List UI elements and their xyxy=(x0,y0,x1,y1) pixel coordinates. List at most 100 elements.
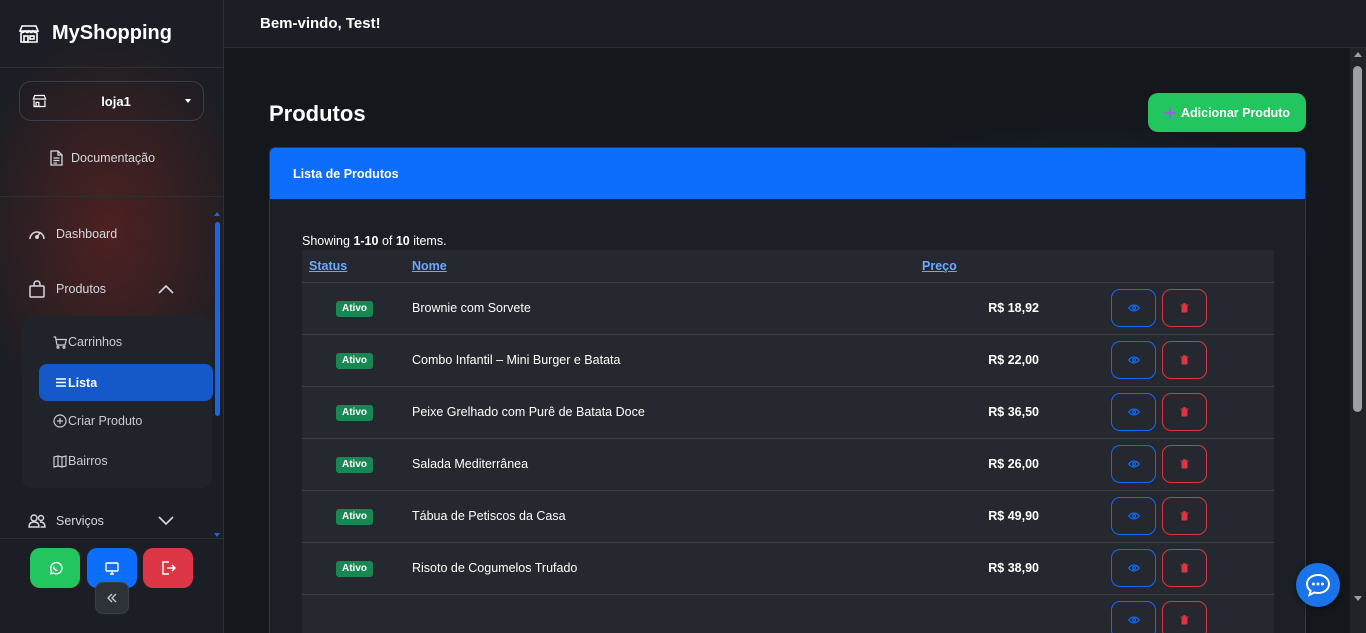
table-row: Ativo Tábua de Petiscos da Casa R$ 49,90 xyxy=(302,491,1274,543)
view-button[interactable] xyxy=(1111,341,1156,379)
table-row: Ativo Risoto de Cogumelos Trufado R$ 38,90 xyxy=(302,543,1274,595)
sidebar-item-lista[interactable]: Lista xyxy=(39,364,213,401)
card-title: Lista de Produtos xyxy=(293,166,399,181)
sidebar-item-bairros[interactable]: Bairros xyxy=(53,451,108,471)
document-icon xyxy=(50,150,63,166)
table-row: Ativo Peixe Grelhado com Purê de Batata D… xyxy=(302,387,1274,439)
product-price: R$ 49,90 xyxy=(988,509,1039,523)
delete-button[interactable] xyxy=(1162,341,1207,379)
sidebar-item-criar-produto[interactable]: Criar Produto xyxy=(53,411,142,431)
sidebar-item-produtos[interactable]: Produtos xyxy=(28,278,106,300)
documentation-link[interactable]: Documentação xyxy=(50,148,155,168)
delete-button[interactable] xyxy=(1162,393,1207,431)
people-icon xyxy=(28,513,46,529)
column-status[interactable]: Status xyxy=(309,259,347,273)
eye-icon xyxy=(1127,616,1140,624)
delete-button[interactable] xyxy=(1162,497,1207,535)
summary-prefix: Showing xyxy=(302,234,354,248)
product-name: Brownie com Sorvete xyxy=(412,301,531,315)
logout-button[interactable] xyxy=(143,548,193,588)
delete-button[interactable] xyxy=(1162,549,1207,587)
view-button[interactable] xyxy=(1111,549,1156,587)
product-price: R$ 22,00 xyxy=(988,353,1039,367)
product-name: Tábua de Petiscos da Casa xyxy=(412,509,566,523)
store-icon xyxy=(18,24,40,44)
column-name[interactable]: Nome xyxy=(412,259,447,273)
status-badge: Ativo xyxy=(336,353,373,369)
cart-icon xyxy=(53,335,67,349)
caret-down-icon xyxy=(185,99,191,103)
add-product-button[interactable]: Adicionar Produto xyxy=(1148,93,1306,132)
page-scroll-down[interactable] xyxy=(1354,596,1362,601)
sidebar-item-label: Lista xyxy=(68,375,98,390)
double-chevron-left-icon xyxy=(106,593,118,603)
eye-icon xyxy=(1127,512,1140,520)
status-badge: Ativo xyxy=(336,509,373,525)
whatsapp-icon xyxy=(48,561,63,576)
view-button[interactable] xyxy=(1111,393,1156,431)
sidebar-item-servicos[interactable]: Serviços xyxy=(28,510,104,532)
sidebar-item-label: Dashboard xyxy=(56,227,118,241)
collapse-sidebar-button[interactable] xyxy=(95,582,129,614)
view-button[interactable] xyxy=(1111,601,1156,633)
sidebar-divider xyxy=(0,196,223,197)
store-selector-value: loja1 xyxy=(101,93,131,109)
sidebar-scrollbar[interactable] xyxy=(215,222,220,416)
brand[interactable]: MyShopping xyxy=(0,0,223,68)
column-price[interactable]: Preço xyxy=(922,259,957,273)
sidebar-item-carrinhos[interactable]: Carrinhos xyxy=(53,332,122,352)
trash-icon xyxy=(1180,615,1189,625)
page-scroll-up[interactable] xyxy=(1354,52,1362,57)
status-badge: Ativo xyxy=(336,457,373,473)
sidebar-item-label: Criar Produto xyxy=(68,414,143,428)
eye-icon xyxy=(1127,460,1140,468)
product-name: Peixe Grelhado com Purê de Batata Doce xyxy=(412,405,645,419)
delete-button[interactable] xyxy=(1162,601,1207,633)
sidebar-item-label: Produtos xyxy=(56,282,107,296)
products-table: Status Nome Preço Ativo Brownie com Sorve… xyxy=(302,250,1274,633)
summary-range: 1-10 xyxy=(353,234,379,248)
summary-suffix: items. xyxy=(409,234,447,248)
items-summary: Showing 1-10 of 10 items. xyxy=(302,234,447,248)
plus-icon xyxy=(1164,107,1176,119)
card-header: Lista de Produtos xyxy=(270,148,1305,199)
chevron-down-icon[interactable] xyxy=(158,516,174,526)
product-price: R$ 18,92 xyxy=(988,301,1039,315)
plus-circle-icon xyxy=(53,414,67,428)
monitor-icon xyxy=(105,561,119,575)
trash-icon xyxy=(1180,563,1189,573)
eye-icon xyxy=(1127,356,1140,364)
logout-icon xyxy=(161,561,176,575)
speedometer-icon xyxy=(28,226,46,242)
page-scroll-thumb[interactable] xyxy=(1353,66,1362,412)
store-selector[interactable]: loja1 xyxy=(19,81,204,121)
trash-icon xyxy=(1180,303,1189,313)
whatsapp-button[interactable] xyxy=(30,548,80,588)
page-title: Produtos xyxy=(269,101,366,126)
view-button[interactable] xyxy=(1111,445,1156,483)
table-row: Ativo Salada Mediterrânea R$ 26,00 xyxy=(302,439,1274,491)
add-product-label: Adicionar Produto xyxy=(1180,105,1291,120)
summary-mid: of xyxy=(378,234,396,248)
chevron-up-icon[interactable] xyxy=(158,284,174,294)
chat-button[interactable] xyxy=(1296,563,1340,607)
view-button[interactable] xyxy=(1111,497,1156,535)
trash-icon xyxy=(1180,355,1189,365)
welcome-text: Bem-vindo, Test! xyxy=(260,15,381,32)
sidebar-scroll-down[interactable] xyxy=(214,533,220,537)
sidebar-item-label: Bairros xyxy=(68,454,108,468)
sidebar-item-label: Serviços xyxy=(56,514,104,528)
delete-button[interactable] xyxy=(1162,289,1207,327)
top-header: Bem-vindo, Test! xyxy=(224,0,1366,48)
map-icon xyxy=(53,454,67,468)
brand-name: MyShopping xyxy=(52,22,172,44)
chat-bubble-icon xyxy=(1305,573,1331,597)
sidebar: MyShopping loja1 Documentação Dashboard … xyxy=(0,0,224,633)
delete-button[interactable] xyxy=(1162,445,1207,483)
sidebar-scroll-up[interactable] xyxy=(214,212,220,216)
view-button[interactable] xyxy=(1111,289,1156,327)
sidebar-item-dashboard[interactable]: Dashboard xyxy=(28,223,117,245)
eye-icon xyxy=(1127,304,1140,312)
bag-icon xyxy=(28,280,46,298)
status-badge: Ativo xyxy=(336,405,373,421)
